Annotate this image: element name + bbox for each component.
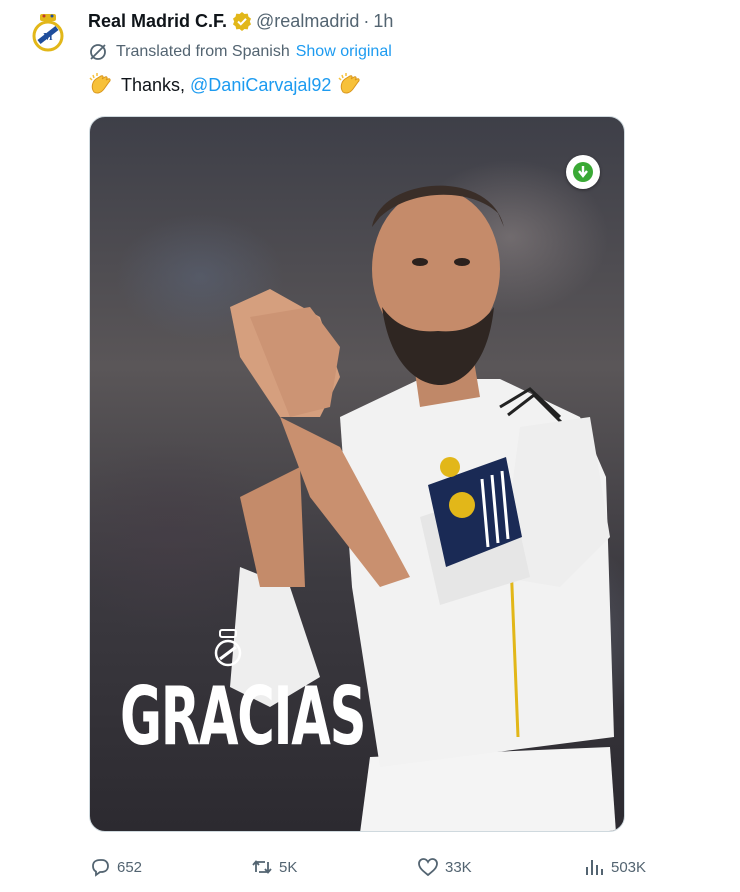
mention-link[interactable]: @DaniCarvajal92: [190, 75, 331, 96]
tweet-media-image[interactable]: GRACIAS: [89, 116, 625, 832]
author-avatar[interactable]: M: [26, 10, 70, 54]
tweet-timestamp[interactable]: 1h: [373, 11, 393, 32]
download-button[interactable]: [566, 155, 600, 189]
retweet-count: 5K: [279, 858, 298, 876]
views-button[interactable]: 503K: [583, 856, 646, 878]
gracias-overlay-text: GRACIAS: [120, 670, 367, 763]
tweet-text-prefix: Thanks,: [121, 74, 186, 95]
views-chart-icon: [583, 856, 605, 878]
clapping-hands-emoji-icon: [88, 72, 114, 98]
translation-notice: Translated from Spanish Show original: [88, 42, 392, 62]
real-madrid-crest-icon: [214, 629, 242, 667]
clapping-hands-emoji-icon: [337, 72, 363, 98]
tweet-header: Real Madrid C.F. @realmadrid · 1h: [88, 8, 393, 34]
globe-translate-icon: [88, 42, 108, 62]
svg-text:M: M: [43, 32, 53, 43]
verified-badge-icon[interactable]: [232, 11, 252, 31]
tweet-actions: 652 5K 33K 503K: [89, 856, 689, 884]
reply-icon: [89, 856, 111, 878]
heart-icon: [417, 856, 439, 878]
like-button[interactable]: 33K: [417, 856, 472, 878]
views-count: 503K: [611, 858, 647, 876]
author-name[interactable]: Real Madrid C.F.: [88, 11, 227, 32]
separator-dot: ·: [363, 10, 370, 31]
download-arrow-icon: [573, 162, 593, 182]
retweet-button[interactable]: 5K: [251, 856, 297, 878]
author-handle[interactable]: @realmadrid: [256, 11, 359, 32]
show-original-link[interactable]: Show original: [296, 43, 392, 61]
real-madrid-crest-icon: M: [32, 14, 64, 52]
reply-count: 652: [117, 858, 143, 876]
translated-label: Translated from Spanish: [116, 43, 290, 60]
retweet-icon: [251, 856, 273, 878]
reply-button[interactable]: 652: [89, 856, 142, 878]
tweet-text: Thanks, @DaniCarvajal92: [88, 72, 363, 98]
like-count: 33K: [445, 858, 472, 876]
